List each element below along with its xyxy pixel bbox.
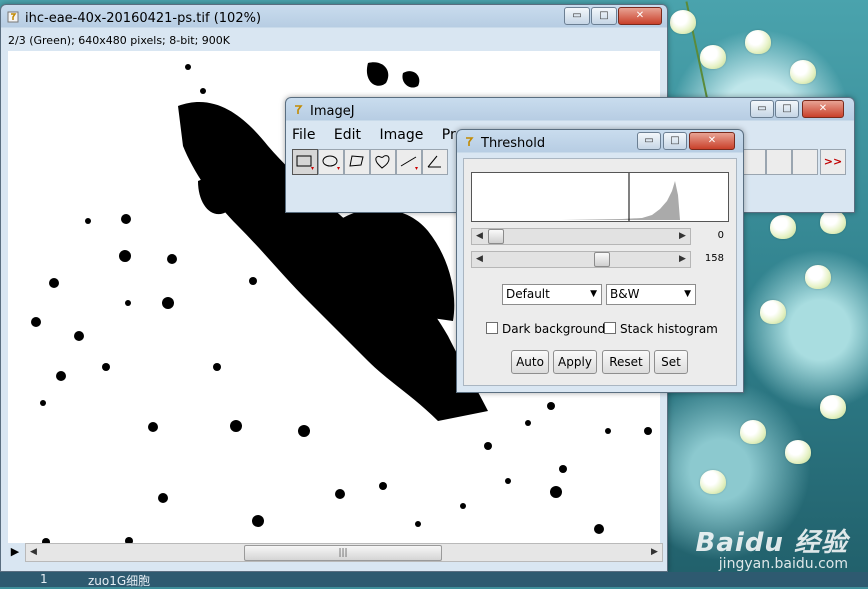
set-button[interactable]: Set (654, 350, 688, 374)
dark-background-label: Dark background (502, 322, 606, 336)
scroll-left-icon[interactable]: ◀ (26, 544, 41, 561)
method-select[interactable]: Default ▼ (502, 284, 602, 305)
menu-file[interactable]: File (292, 127, 315, 143)
taskbar: 1 zuo1G细胞 (0, 572, 868, 589)
min-slider-knob[interactable] (488, 229, 504, 244)
threshold-dialog: Threshold ▭ □ ✕ ◀ ▶ 0 ◀ ▶ 158 Default ▼ (456, 129, 744, 393)
threshold-panel: ◀ ▶ 0 ◀ ▶ 158 Default ▼ B&W ▼ Dark backg… (463, 158, 737, 386)
flower-decoration (820, 395, 846, 419)
imagej-icon (295, 105, 303, 114)
auto-button[interactable]: Auto (511, 350, 549, 374)
flower-decoration (700, 45, 726, 69)
checkbox-box[interactable] (486, 322, 498, 334)
apply-button[interactable]: Apply (553, 350, 597, 374)
stack-slider[interactable]: ◀ ||| ▶ (25, 543, 663, 562)
min-threshold-value: 0 (717, 230, 724, 241)
reset-button[interactable]: Reset (602, 350, 650, 374)
taskbar-item[interactable]: zuo1G细胞 (88, 572, 150, 589)
watermark-logo: Baidu 经验 (695, 528, 848, 558)
flower-decoration (670, 10, 696, 34)
min-threshold-slider[interactable]: ◀ ▶ (471, 228, 691, 245)
threshold-histogram (471, 172, 729, 222)
flower-decoration (790, 60, 816, 84)
scroll-right-icon[interactable]: ▶ (647, 544, 662, 561)
flower-decoration (745, 30, 771, 54)
imagej-icon (466, 137, 474, 146)
maximize-button[interactable]: □ (775, 100, 799, 118)
freehand-tool-icon[interactable] (370, 149, 396, 175)
imagej-icon (7, 11, 19, 23)
dark-background-checkbox[interactable]: Dark background (486, 322, 605, 336)
stack-histogram-checkbox[interactable]: Stack histogram (604, 322, 718, 336)
flower-decoration (820, 210, 846, 234)
image-window-title: ihc-eae-40x-20160421-ps.tif (102%) (25, 11, 262, 26)
close-button[interactable]: ✕ (802, 100, 844, 118)
toolbar-slot[interactable] (792, 149, 818, 175)
menu-edit[interactable]: Edit (334, 127, 361, 143)
menu-image[interactable]: Image (379, 127, 423, 143)
method-select-value: Default (506, 287, 550, 301)
watermark-url: jingyan.baidu.com (718, 556, 848, 572)
max-threshold-slider[interactable]: ◀ ▶ (471, 251, 691, 268)
slider-left-icon[interactable]: ◀ (472, 252, 487, 267)
more-tools-button[interactable]: >> (820, 149, 846, 175)
max-slider-knob[interactable] (594, 252, 610, 267)
flower-decoration (805, 265, 831, 289)
flower-decoration (770, 215, 796, 239)
chevron-down-icon: ▼ (590, 289, 597, 299)
maximize-button[interactable]: □ (591, 7, 617, 25)
minimize-button[interactable]: ▭ (750, 100, 774, 118)
threshold-title: Threshold (481, 136, 546, 151)
slider-right-icon[interactable]: ▶ (675, 229, 690, 244)
minimize-button[interactable]: ▭ (637, 132, 661, 150)
display-mode-select[interactable]: B&W ▼ (606, 284, 696, 305)
close-button[interactable]: ✕ (618, 7, 662, 25)
histogram-plot (562, 173, 680, 221)
line-tool-icon[interactable] (396, 149, 422, 175)
display-mode-value: B&W (610, 287, 640, 301)
maximize-button[interactable]: □ (663, 132, 687, 150)
play-icon[interactable]: ▶ (7, 543, 23, 560)
toolbar-slot[interactable] (766, 149, 792, 175)
flower-decoration (740, 420, 766, 444)
imagej-titlebar[interactable]: ImageJ ▭ □ ✕ (286, 98, 854, 124)
max-threshold-value: 158 (704, 253, 724, 264)
taskbar-number: 1 (40, 572, 48, 586)
oval-tool-icon[interactable] (318, 149, 344, 175)
angle-tool-icon[interactable] (422, 149, 448, 175)
minimize-button[interactable]: ▭ (564, 7, 590, 25)
chevron-down-icon: ▼ (684, 289, 691, 299)
flower-decoration (700, 470, 726, 494)
baidu-watermark: Baidu 经验 jingyan.baidu.com (695, 522, 848, 572)
slider-left-icon[interactable]: ◀ (472, 229, 487, 244)
slider-right-icon[interactable]: ▶ (675, 252, 690, 267)
flower-decoration (785, 440, 811, 464)
close-button[interactable]: ✕ (689, 132, 735, 150)
image-window-titlebar[interactable]: ihc-eae-40x-20160421-ps.tif (102%) ▭ □ ✕ (1, 5, 667, 31)
image-status-text: 2/3 (Green); 640x480 pixels; 8-bit; 900K (8, 34, 230, 47)
polygon-tool-icon[interactable] (344, 149, 370, 175)
flower-decoration (760, 300, 786, 324)
rectangle-tool-icon[interactable] (292, 149, 318, 175)
stack-histogram-label: Stack histogram (620, 322, 718, 336)
threshold-titlebar[interactable]: Threshold ▭ □ ✕ (457, 130, 743, 156)
scroll-thumb[interactable]: ||| (244, 545, 442, 561)
checkbox-box[interactable] (604, 322, 616, 334)
imagej-title: ImageJ (310, 104, 355, 119)
